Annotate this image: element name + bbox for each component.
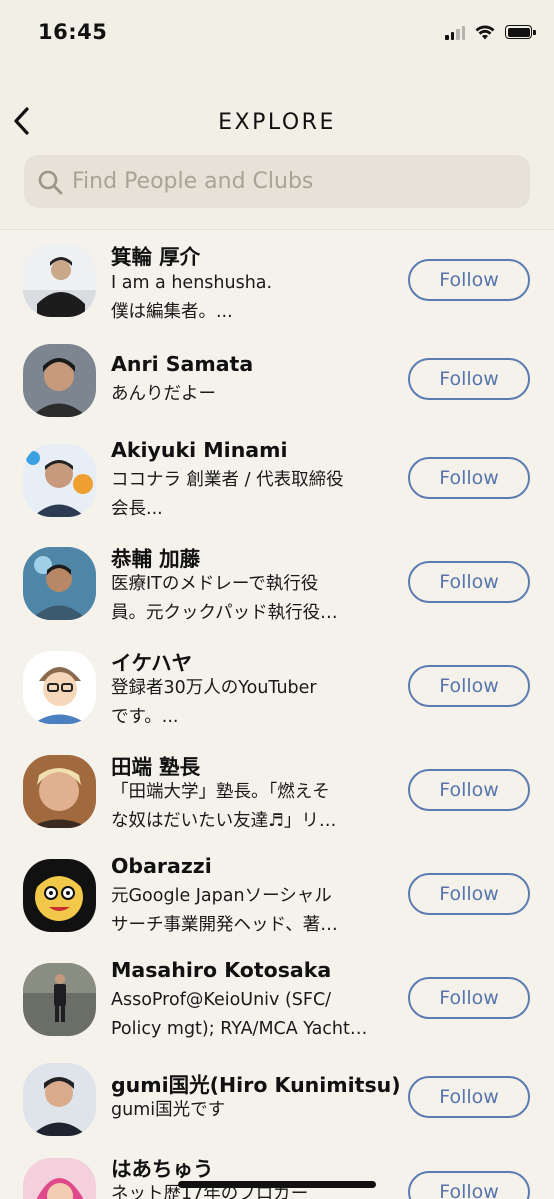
follow-button[interactable]: Follow [408, 457, 530, 499]
search-box[interactable] [24, 155, 530, 208]
list-item[interactable]: Obarazzi 元Google Japanソーシャル サーチ事業開発ヘッド、著… [0, 854, 554, 958]
list-item[interactable]: はあちゅう ネット歴17年のブロガー Follow [0, 1152, 554, 1199]
person-bio: I am a henshusha. 僕は編集者。... [111, 273, 273, 322]
person-bio: AssoProf@KeioUniv (SFC/ Policy mgt); RYA… [111, 990, 368, 1039]
avatar[interactable] [23, 651, 96, 724]
person-name[interactable]: 恭輔 加藤 [111, 542, 200, 572]
person-name[interactable]: Anri Samata [111, 352, 253, 376]
cellular-signal-icon [445, 24, 465, 40]
person-bio: 元Google Japanソーシャル サーチ事業開発ヘッド、著… [111, 886, 338, 935]
person-name[interactable]: Obarazzi [111, 854, 212, 878]
follow-button[interactable]: Follow [408, 665, 530, 707]
person-name[interactable]: はあちゅう [111, 1152, 214, 1182]
person-name[interactable]: 田端 塾長 [111, 750, 200, 780]
follow-button[interactable]: Follow [408, 873, 530, 915]
people-list[interactable]: 箕輪 厚介 I am a henshusha. 僕は編集者。... Follow… [0, 230, 554, 1199]
search-icon [38, 170, 63, 194]
person-bio: gumi国光です [111, 1100, 226, 1120]
list-item[interactable]: 恭輔 加藤 医療ITのメドレーで執行役 員。元クックパッド執行役… Follow [0, 542, 554, 646]
status-bar: 16:45 [0, 0, 554, 70]
avatar[interactable] [23, 244, 96, 317]
search-input[interactable] [70, 168, 514, 195]
person-name[interactable]: gumi国光(Hiro Kunimitsu) [111, 1068, 401, 1098]
follow-button[interactable]: Follow [408, 769, 530, 811]
home-indicator[interactable] [178, 1181, 376, 1188]
person-name[interactable]: イケハヤ [111, 646, 192, 676]
battery-icon [505, 25, 536, 39]
person-bio: 医療ITのメドレーで執行役 員。元クックパッド執行役… [111, 574, 338, 623]
list-item[interactable]: イケハヤ 登録者30万人のYouTuber です。... Follow [0, 646, 554, 750]
list-item[interactable]: gumi国光(Hiro Kunimitsu) gumi国光です Follow [0, 1062, 554, 1166]
header: EXPLORE [0, 90, 554, 154]
avatar[interactable] [23, 963, 96, 1036]
person-bio: ココナラ 創業者 / 代表取締役 会長... [111, 470, 344, 519]
avatar[interactable] [23, 1063, 96, 1136]
list-item[interactable]: Masahiro Kotosaka AssoProf@KeioUniv (SFC… [0, 958, 554, 1062]
list-item[interactable]: 箕輪 厚介 I am a henshusha. 僕は編集者。... Follow [0, 236, 554, 340]
avatar[interactable] [23, 444, 96, 517]
avatar[interactable] [23, 755, 96, 828]
wifi-icon [475, 24, 495, 39]
follow-button[interactable]: Follow [408, 1171, 530, 1199]
follow-button[interactable]: Follow [408, 977, 530, 1019]
avatar[interactable] [23, 344, 96, 417]
person-bio: あんりだよー [111, 384, 216, 404]
follow-button[interactable]: Follow [408, 1076, 530, 1118]
follow-button[interactable]: Follow [408, 259, 530, 301]
list-item[interactable]: Anri Samata あんりだよー Follow [0, 340, 554, 444]
person-name[interactable]: Masahiro Kotosaka [111, 958, 331, 982]
avatar[interactable] [23, 859, 96, 932]
list-item[interactable]: 田端 塾長 「田端大学」塾長。「燃えそ な奴はだいたい友達♬」リ… Follow [0, 750, 554, 854]
page-title: EXPLORE [218, 110, 336, 135]
avatar[interactable] [23, 1158, 96, 1199]
person-name[interactable]: Akiyuki Minami [111, 438, 288, 462]
person-name[interactable]: 箕輪 厚介 [111, 240, 200, 270]
list-item[interactable]: Akiyuki Minami ココナラ 創業者 / 代表取締役 会長... Fo… [0, 438, 554, 542]
follow-button[interactable]: Follow [408, 358, 530, 400]
avatar[interactable] [23, 547, 96, 620]
status-time: 16:45 [38, 20, 108, 44]
person-bio: 「田端大学」塾長。「燃えそ な奴はだいたい友達♬」リ… [111, 782, 337, 831]
follow-button[interactable]: Follow [408, 561, 530, 603]
person-bio: 登録者30万人のYouTuber です。... [111, 678, 317, 727]
status-icons [445, 24, 536, 40]
